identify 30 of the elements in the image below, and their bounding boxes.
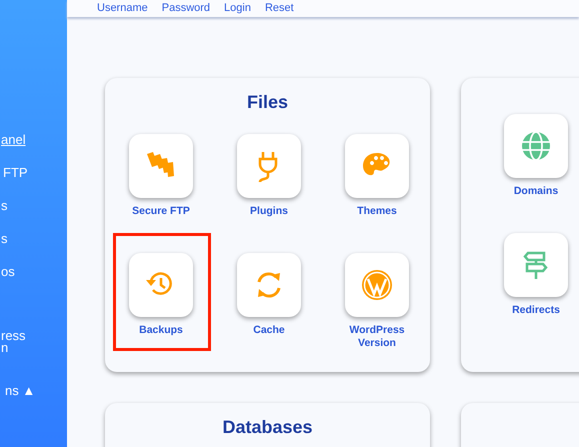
tool-tile[interactable]	[237, 134, 301, 198]
tool-tile[interactable]	[129, 134, 193, 198]
tool-label[interactable]: Plugins	[224, 205, 314, 218]
sidebar-item[interactable]: s	[0, 197, 8, 230]
section-title: Files	[246, 92, 290, 114]
tool-tile[interactable]	[345, 134, 409, 198]
tool-label[interactable]: Secure FTP	[116, 205, 206, 218]
top-link[interactable]: Password	[162, 2, 210, 14]
top-link[interactable]: Reset	[264, 2, 294, 14]
sidebar-item[interactable]: s	[0, 230, 8, 263]
tool-label[interactable]: Backups	[116, 324, 206, 337]
section-title: Databases	[221, 417, 314, 439]
tool-tile[interactable]	[504, 114, 568, 178]
tool-label[interactable]: WordPress Version	[332, 324, 422, 350]
tool-label[interactable]: Domains	[491, 185, 579, 198]
sidebar-item[interactable]: os	[0, 263, 15, 296]
tool-tile[interactable]	[129, 253, 193, 317]
sidebar-item[interactable]: ns ▲	[0, 382, 36, 415]
tool-tile[interactable]	[237, 253, 301, 317]
sidebar-item[interactable]: anel	[0, 131, 26, 164]
tool-label[interactable]: Redirects	[491, 304, 579, 317]
wordpress-icon	[359, 267, 395, 303]
sidebar-item[interactable]: FTP	[0, 164, 28, 197]
top-link[interactable]: Username	[97, 2, 148, 14]
tool-tile[interactable]	[345, 253, 409, 317]
sidebar-item[interactable]: ress n	[0, 330, 26, 382]
top-link[interactable]: Login	[224, 2, 251, 14]
tool-tile[interactable]	[504, 233, 568, 297]
tool-label[interactable]: Cache	[224, 324, 314, 337]
tool-label[interactable]: Themes	[332, 205, 422, 218]
